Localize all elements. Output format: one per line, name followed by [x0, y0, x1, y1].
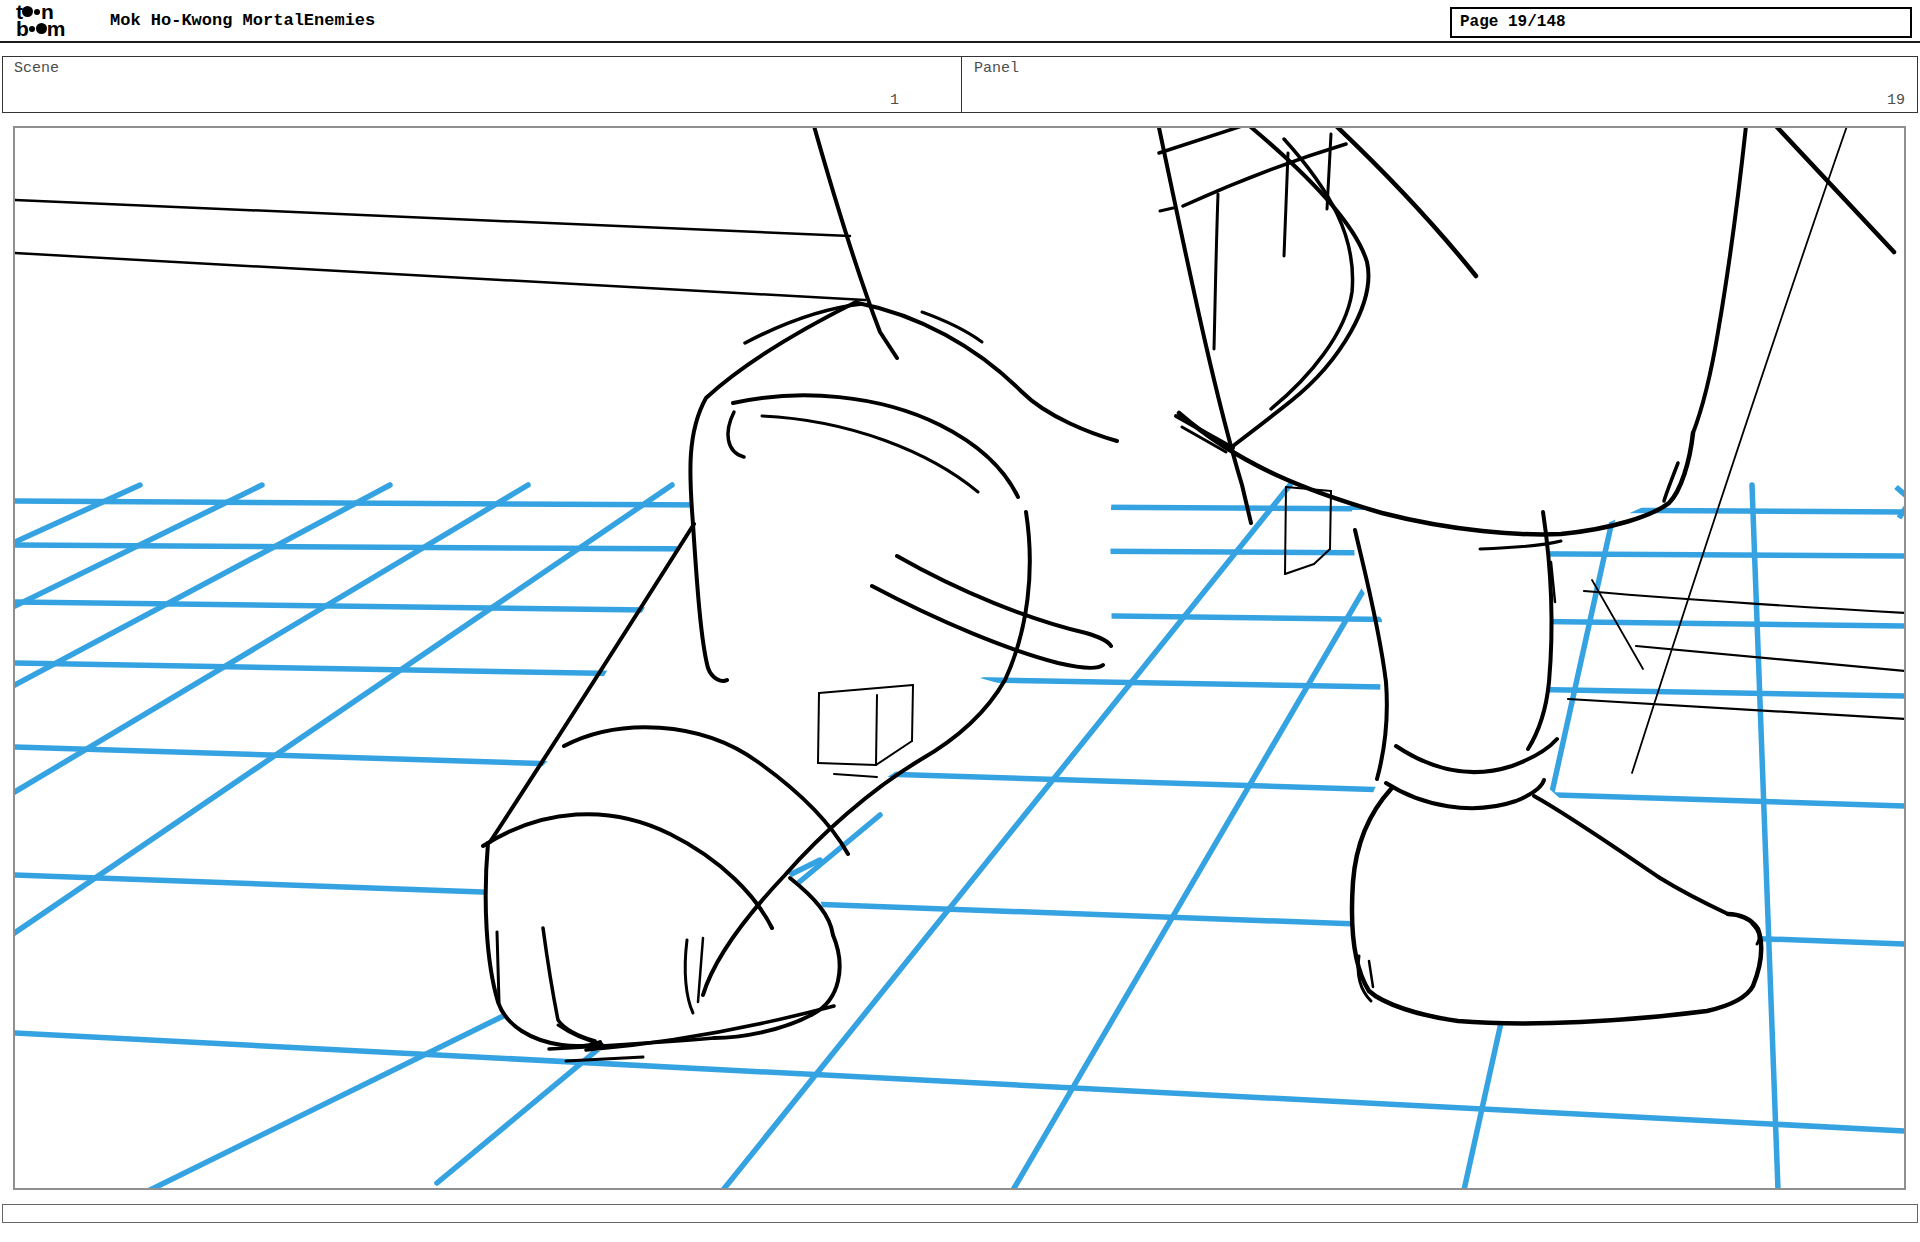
caption-strip [2, 1204, 1918, 1223]
panel-frame [13, 126, 1906, 1190]
storyboard-page: { "header": { "logo": {"l1a": "t", "l1b"… [0, 0, 1920, 1242]
